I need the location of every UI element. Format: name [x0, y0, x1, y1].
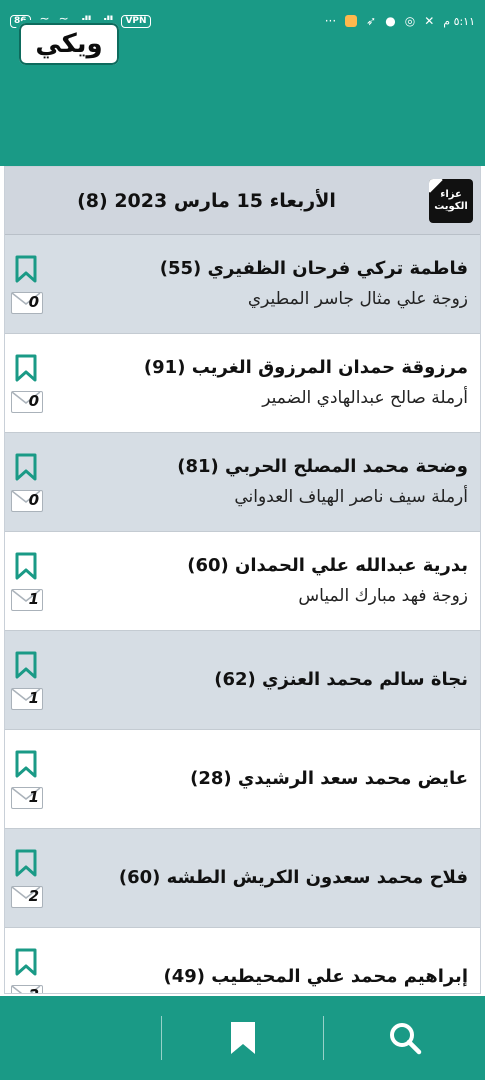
nav-bookmarks[interactable] — [162, 996, 323, 1080]
condolence-count: 0 — [28, 391, 39, 410]
list-item[interactable]: وضحة محمد المصلح الحربي (81) أرملة سيف ن… — [5, 433, 480, 532]
entry-actions: 0 — [5, 433, 51, 532]
list-item[interactable]: فلاح محمد سعدون الكريش الطشه (60) 2 — [5, 829, 480, 928]
entry-actions: 1 — [5, 631, 51, 730]
list-item[interactable]: إبراهيم محمد علي المحيطيب (49) 2 — [5, 928, 480, 994]
entry-text: وضحة محمد المصلح الحربي (81) أرملة سيف ن… — [51, 452, 480, 512]
entry-text: فاطمة تركي فرحان الظفيري (55) زوجة علي م… — [51, 254, 480, 314]
condolence-count: 1 — [28, 688, 39, 707]
entry-text: إبراهيم محمد علي المحيطيب (49) — [51, 962, 480, 992]
entry-text: بدرية عبدالله علي الحمدان (60) زوجة فهد … — [51, 551, 480, 611]
condolence-count-button[interactable]: 0 — [11, 291, 43, 314]
entry-text: نجاة سالم محمد العنزي (62) — [51, 665, 480, 695]
entry-name: فاطمة تركي فرحان الظفيري (55) — [159, 258, 468, 279]
entry-name: عايض محمد سعد الرشيدي (28) — [190, 768, 468, 789]
brand-logo: عزاء الكويت — [429, 178, 473, 223]
list-item[interactable]: عايض محمد سعد الرشيدي (28) 1 — [5, 730, 480, 829]
brand-logo-line1: عزاء — [440, 188, 462, 200]
brand-logo-line2: الكويت — [434, 200, 468, 212]
status-right: ··· ➶ ● ◎ ✕ ٥:١١ م — [325, 14, 475, 28]
entry-desc: أرملة سيف ناصر الهياف العدواني — [234, 487, 468, 507]
entry-text: مرزوقة حمدان المرزوق الغريب (91) أرملة ص… — [51, 353, 480, 413]
bookmark-icon[interactable] — [15, 849, 37, 877]
list-item[interactable]: مرزوقة حمدان المرزوق الغريب (91) أرملة ص… — [5, 334, 480, 433]
watermark-text: ويكي — [35, 29, 103, 59]
bookmark-icon[interactable] — [15, 651, 37, 679]
entry-name: فلاح محمد سعدون الكريش الطشه (60) — [118, 867, 468, 888]
condolence-count: 0 — [28, 292, 39, 311]
condolence-count-button[interactable]: 1 — [11, 588, 43, 611]
date-header: عزاء الكويت الأربعاء 15 مارس 2023 (8) — [5, 167, 480, 235]
condolence-count: 1 — [28, 589, 39, 608]
list-item[interactable]: بدرية عبدالله علي الحمدان (60) زوجة فهد … — [5, 532, 480, 631]
condolence-count: 1 — [28, 787, 39, 806]
obituary-list-panel: عزاء الكويت الأربعاء 15 مارس 2023 (8) فا… — [4, 166, 481, 994]
mute-icon: ✕ — [424, 14, 435, 28]
condolence-count: 2 — [29, 986, 39, 994]
alarm-icon: ◎ — [404, 14, 416, 28]
bookmark-icon — [230, 1022, 255, 1054]
entry-actions: 2 — [5, 829, 51, 928]
entry-name: بدرية عبدالله علي الحمدان (60) — [187, 555, 468, 576]
condolence-count-button[interactable]: 0 — [11, 489, 43, 512]
bookmark-icon[interactable] — [15, 948, 37, 976]
bookmark-icon[interactable] — [15, 255, 37, 283]
entry-actions: 0 — [5, 334, 51, 433]
bookmark-icon[interactable] — [15, 750, 37, 778]
entry-actions: 1 — [5, 532, 51, 631]
entry-name: إبراهيم محمد علي المحيطيب (49) — [163, 966, 468, 987]
entry-actions: 1 — [5, 730, 51, 829]
condolence-count-button[interactable]: 2 — [11, 984, 43, 994]
entry-text: عايض محمد سعد الرشيدي (28) — [51, 764, 480, 794]
chat-icon: ● — [385, 14, 396, 28]
more-notifications: ··· — [324, 14, 337, 28]
site-watermark: ويكي — [16, 20, 122, 68]
nav-home[interactable] — [0, 996, 161, 1080]
location-icon: ➶ — [366, 14, 377, 28]
entry-desc: أرملة صالح عبدالهادي الضمير — [262, 388, 468, 408]
entry-actions: 0 — [5, 235, 51, 334]
date-title: الأربعاء 15 مارس 2023 (8) — [77, 189, 336, 212]
vpn-badge: VPN — [121, 14, 151, 28]
clock: ٥:١١ م — [443, 14, 475, 28]
search-icon — [389, 1023, 421, 1055]
entry-name: نجاة سالم محمد العنزي (62) — [214, 669, 468, 690]
bottom-nav — [0, 996, 485, 1080]
nav-search[interactable] — [324, 996, 485, 1080]
entry-actions: 2 — [5, 928, 51, 994]
entry-name: وضحة محمد المصلح الحربي (81) — [177, 456, 468, 477]
entry-desc: زوجة فهد مبارك المياس — [298, 586, 468, 606]
condolence-count-button[interactable]: 1 — [11, 687, 43, 710]
condolence-count: 2 — [28, 886, 39, 905]
bookmark-icon[interactable] — [15, 552, 37, 580]
list-item[interactable]: نجاة سالم محمد العنزي (62) 1 — [5, 631, 480, 730]
condolence-count-button[interactable]: 1 — [11, 786, 43, 809]
bookmark-icon[interactable] — [15, 354, 37, 382]
entry-desc: زوجة علي مثال جاسر المطيري — [247, 289, 468, 309]
bookmark-icon[interactable] — [15, 453, 37, 481]
condolence-count-button[interactable]: 2 — [11, 885, 43, 908]
entries-list: فاطمة تركي فرحان الظفيري (55) زوجة علي م… — [5, 235, 480, 994]
condolence-count: 0 — [28, 490, 39, 509]
entry-text: فلاح محمد سعدون الكريش الطشه (60) — [51, 863, 480, 893]
app-notification-icon — [345, 15, 358, 27]
condolence-count-button[interactable]: 0 — [11, 390, 43, 413]
entry-name: مرزوقة حمدان المرزوق الغريب (91) — [143, 357, 468, 378]
list-item[interactable]: فاطمة تركي فرحان الظفيري (55) زوجة علي م… — [5, 235, 480, 334]
